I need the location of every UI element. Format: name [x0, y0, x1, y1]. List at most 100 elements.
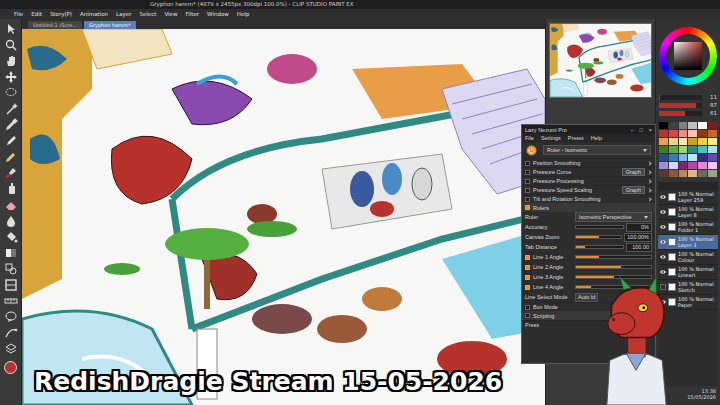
pen-icon[interactable] [4, 134, 18, 148]
color-swatch[interactable] [688, 138, 697, 145]
canvas-artwork[interactable] [22, 29, 545, 405]
field-slider[interactable] [575, 245, 624, 249]
document-tab[interactable]: Gryphon harem* [84, 21, 136, 29]
expand-chevron-icon[interactable] [647, 179, 651, 183]
eye-icon[interactable] [660, 269, 666, 275]
eye-icon[interactable] [660, 284, 666, 290]
saturation-value-square[interactable] [674, 42, 702, 70]
eye-icon[interactable] [660, 224, 666, 230]
menu-item[interactable]: Edit [31, 11, 42, 17]
color-swatch[interactable] [679, 154, 688, 161]
color-swatch[interactable] [698, 122, 707, 129]
color-swatch[interactable] [679, 122, 688, 129]
layer-row[interactable]: 100 % NormalLayer 259 [658, 190, 718, 205]
document-tab[interactable]: Untitled-1 (Scre... [28, 21, 82, 29]
color-slider-value[interactable]: 87 [705, 102, 717, 108]
lasso-icon[interactable] [4, 86, 18, 100]
line-checkbox[interactable] [525, 255, 530, 260]
rulers-checkbox[interactable] [525, 205, 530, 210]
lnp-option-row[interactable]: Pressure Processing [522, 176, 655, 185]
lnp-option-row[interactable]: Position Smoothing [522, 158, 655, 167]
field-value[interactable]: 0% [626, 223, 652, 232]
color-swatch[interactable] [659, 162, 668, 169]
layer-name[interactable]: Layer 1 [678, 242, 714, 248]
menu-item[interactable]: Layer [116, 11, 131, 17]
line-angle-slider[interactable] [575, 265, 652, 269]
color-slider-value[interactable]: 61 [705, 110, 717, 116]
layer-name[interactable]: Sketch [678, 287, 714, 293]
brush-icon[interactable] [4, 166, 18, 180]
expand-chevron-icon[interactable] [647, 170, 651, 174]
color-wheel[interactable] [659, 27, 717, 85]
main-color-swatch[interactable] [4, 361, 17, 374]
menu-item[interactable]: Window [207, 11, 229, 17]
option-checkbox[interactable] [525, 170, 530, 175]
color-swatch[interactable] [688, 154, 697, 161]
line-checkbox[interactable] [525, 285, 530, 290]
lnp-option-row[interactable]: Pressure Speed ScalingGraph [522, 185, 655, 194]
color-swatch[interactable] [659, 170, 668, 177]
canvas[interactable] [22, 29, 545, 405]
shape-icon[interactable] [4, 262, 18, 276]
color-swatch[interactable] [659, 138, 668, 145]
color-swatch[interactable] [669, 162, 678, 169]
lnp-option-row[interactable]: Tilt and Rotation Smoothing [522, 194, 655, 203]
option-checkbox[interactable] [525, 179, 530, 184]
balloon-icon[interactable] [4, 310, 18, 324]
color-swatch[interactable] [669, 170, 678, 177]
color-slider-value[interactable]: 11 [705, 94, 717, 100]
color-swatch[interactable] [659, 146, 668, 153]
window-control[interactable]: □ [639, 127, 642, 133]
color-swatch[interactable] [679, 162, 688, 169]
color-swatch[interactable] [698, 170, 707, 177]
rulers-section[interactable]: Rulers [522, 203, 655, 212]
menu-item[interactable]: View [164, 11, 177, 17]
line-checkbox[interactable] [525, 275, 530, 280]
lnp-option-row[interactable]: Pressure CurveGraph [522, 167, 655, 176]
preset-dropdown[interactable]: Ruler - Isometric [543, 145, 651, 155]
option-checkbox[interactable] [525, 188, 530, 193]
eye-icon[interactable] [660, 254, 666, 260]
layer-name[interactable]: Layer 259 [678, 197, 714, 203]
line-select-dropdown[interactable]: Auto Id [575, 293, 598, 302]
eye-icon[interactable] [660, 239, 666, 245]
eraser-icon[interactable] [4, 198, 18, 212]
graph-button[interactable]: Graph [622, 186, 645, 194]
option-checkbox[interactable] [525, 197, 530, 202]
color-swatch[interactable] [708, 130, 717, 137]
power-icon[interactable] [526, 145, 537, 156]
color-swatch[interactable] [659, 122, 668, 129]
wand-icon[interactable] [4, 102, 18, 116]
move-icon[interactable] [4, 70, 18, 84]
color-swatch[interactable] [669, 122, 678, 129]
color-swatch[interactable] [698, 162, 707, 169]
expand-chevron-icon[interactable] [647, 197, 651, 201]
layer-name[interactable]: Lineart [678, 272, 714, 278]
window-control[interactable]: – [630, 127, 633, 133]
layer-name[interactable]: Colour [678, 257, 714, 263]
color-swatch[interactable] [669, 138, 678, 145]
frame-icon[interactable] [4, 278, 18, 292]
menu-item[interactable]: Story(P) [50, 11, 72, 17]
line-angle-slider[interactable] [575, 255, 652, 259]
color-swatch[interactable] [698, 138, 707, 145]
color-swatch[interactable] [698, 146, 707, 153]
lnp-menu-item[interactable]: File [525, 135, 534, 141]
color-slider-track[interactable] [659, 111, 702, 116]
pointer-icon[interactable] [4, 22, 18, 36]
line-angle-slider[interactable] [575, 275, 652, 279]
blend-icon[interactable] [4, 214, 18, 228]
color-swatch[interactable] [688, 170, 697, 177]
color-swatch[interactable] [708, 138, 717, 145]
option-checkbox[interactable] [525, 161, 530, 166]
color-swatch[interactable] [708, 154, 717, 161]
color-swatch[interactable] [679, 170, 688, 177]
color-swatch[interactable] [708, 122, 717, 129]
pencil-icon[interactable] [4, 150, 18, 164]
color-swatch[interactable] [698, 154, 707, 161]
color-swatch[interactable] [708, 146, 717, 153]
menu-item[interactable]: Select [139, 11, 156, 17]
gradient-icon[interactable] [4, 246, 18, 260]
eyedropper-icon[interactable] [4, 118, 18, 132]
scripting-checkbox[interactable] [525, 313, 530, 318]
